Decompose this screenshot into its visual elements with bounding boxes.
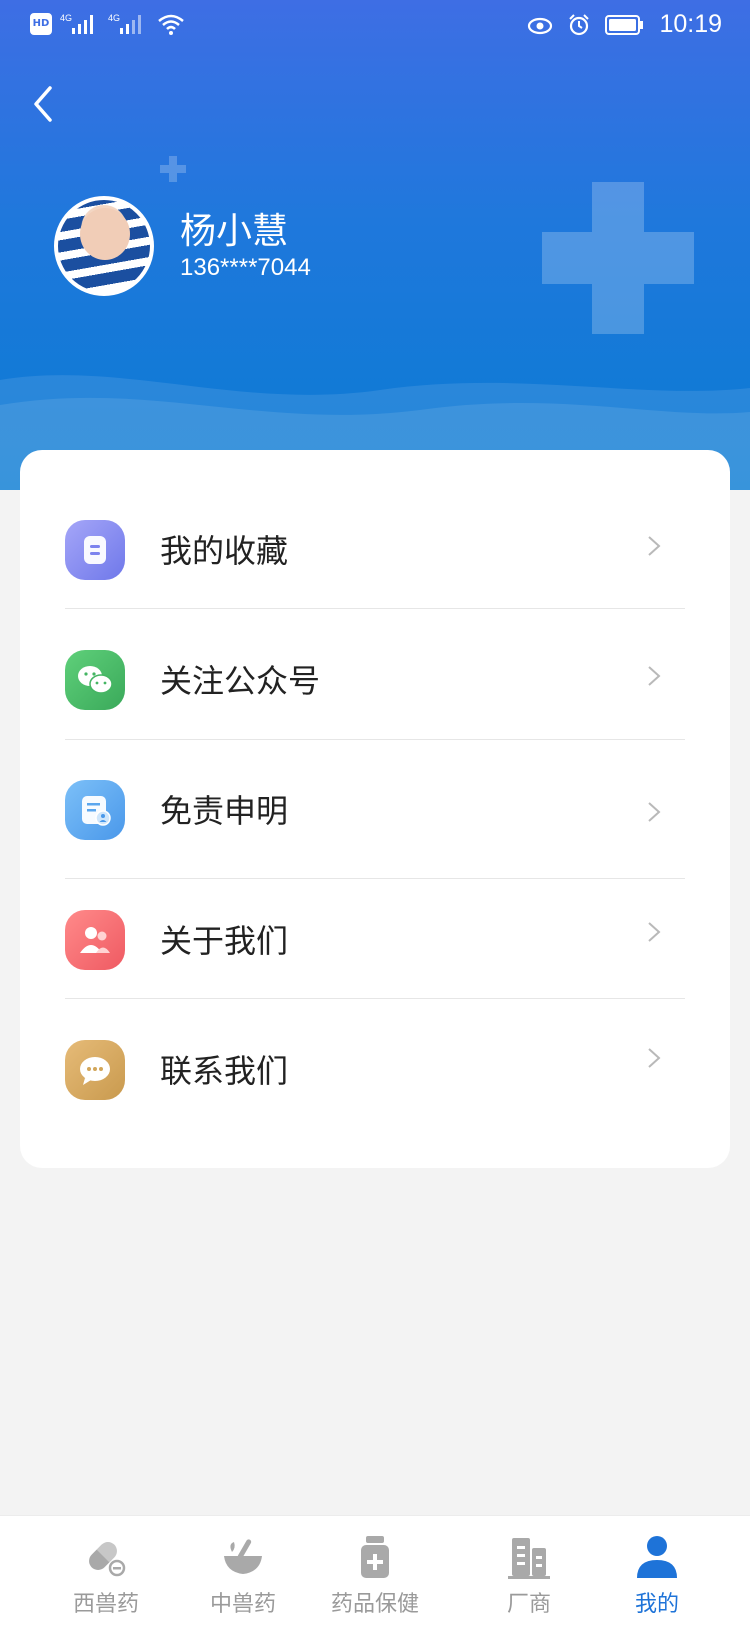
avatar-face bbox=[80, 208, 130, 260]
menu-item-wechat-official[interactable]: 关注公众号 bbox=[20, 620, 730, 740]
about-us-icon bbox=[65, 910, 125, 970]
status-left: HD 4G 4G bbox=[30, 12, 186, 36]
capsule-icon bbox=[89, 1538, 126, 1577]
menu-item-about-us[interactable]: 关于我们 bbox=[20, 880, 730, 1000]
tab-health-products[interactable]: 药品保健 bbox=[320, 1516, 430, 1625]
medicine-bottle-icon bbox=[361, 1536, 389, 1578]
menu-item-favorites[interactable]: 我的收藏 bbox=[20, 490, 730, 610]
status-time: 10:19 bbox=[659, 10, 722, 38]
profile-header: HD 4G 4G 10:19 杨小慧 136****7044 bbox=[0, 0, 750, 490]
person-icon bbox=[637, 1536, 677, 1578]
tab-manufacturers[interactable]: 厂商 bbox=[474, 1516, 584, 1625]
divider bbox=[65, 739, 685, 740]
status-bar: HD 4G 4G 10:19 bbox=[0, 0, 750, 52]
mortar-icon bbox=[224, 1539, 262, 1574]
battery-icon bbox=[605, 14, 644, 35]
tab-label: 药品保健 bbox=[330, 1592, 419, 1617]
divider bbox=[65, 998, 685, 999]
tab-label: 厂商 bbox=[506, 1592, 551, 1617]
wechat-icon bbox=[65, 650, 125, 710]
user-name: 杨小慧 bbox=[180, 211, 289, 252]
wifi-icon bbox=[158, 14, 184, 35]
menu-item-label: 联系我们 bbox=[160, 1052, 289, 1090]
chevron-right-icon bbox=[648, 802, 661, 822]
chevron-right-icon bbox=[648, 666, 661, 686]
hd-icon: HD bbox=[30, 13, 52, 35]
svg-text:4G: 4G bbox=[108, 13, 120, 23]
eye-comfort-icon bbox=[528, 17, 553, 34]
tab-western-veterinary[interactable]: 西兽药 bbox=[51, 1516, 161, 1625]
tab-mine[interactable]: 我的 bbox=[602, 1516, 712, 1625]
menu-item-contact-us[interactable]: 联系我们 bbox=[20, 1010, 730, 1130]
chat-icon bbox=[65, 1040, 125, 1100]
avatar[interactable] bbox=[54, 196, 154, 296]
divider bbox=[65, 608, 685, 609]
tab-label: 西兽药 bbox=[72, 1592, 139, 1617]
tab-chinese-veterinary[interactable]: 中兽药 bbox=[188, 1516, 298, 1625]
cellular-signal-icon: 4G bbox=[60, 13, 93, 34]
divider bbox=[65, 878, 685, 879]
building-icon bbox=[508, 1538, 550, 1579]
status-right: 10:19 bbox=[527, 10, 722, 39]
menu-card: 我的收藏 关注公众号 免责申明 关于我们 联系我们 bbox=[20, 450, 730, 1168]
disclaimer-icon bbox=[65, 780, 125, 840]
cellular-signal-2-icon: 4G bbox=[108, 13, 141, 34]
user-phone: 136****7044 bbox=[180, 254, 311, 281]
menu-item-disclaimer[interactable]: 免责申明 bbox=[20, 750, 730, 870]
alarm-icon bbox=[569, 13, 590, 35]
menu-item-label: 关注公众号 bbox=[160, 662, 321, 700]
back-icon[interactable] bbox=[28, 84, 64, 124]
medical-cross-small-decoration bbox=[160, 156, 186, 182]
collection-icon bbox=[65, 520, 125, 580]
tab-label: 我的 bbox=[634, 1592, 679, 1617]
medical-cross-decoration bbox=[542, 182, 694, 334]
menu-item-label: 我的收藏 bbox=[160, 532, 289, 570]
bottom-tab-bar: 西兽药 中兽药 药品保健 厂商 我的 bbox=[0, 1515, 750, 1625]
tab-label: 中兽药 bbox=[209, 1592, 276, 1617]
chevron-right-icon bbox=[648, 536, 661, 556]
menu-item-label: 免责申明 bbox=[160, 792, 289, 830]
chevron-right-icon bbox=[648, 922, 661, 942]
chevron-right-icon bbox=[648, 1048, 661, 1068]
menu-item-label: 关于我们 bbox=[160, 922, 289, 960]
svg-text:4G: 4G bbox=[60, 13, 72, 23]
